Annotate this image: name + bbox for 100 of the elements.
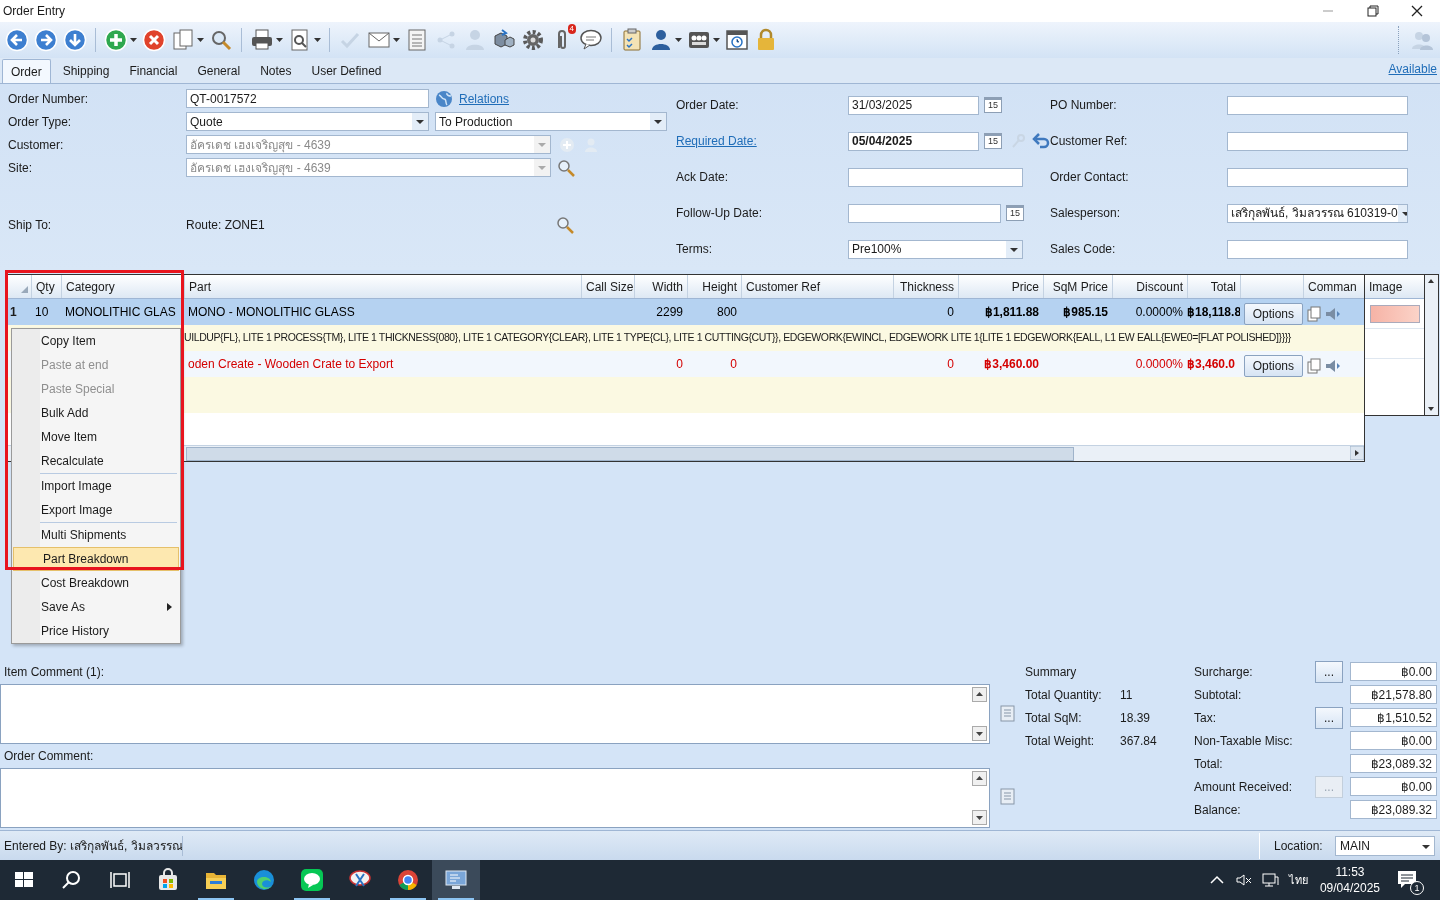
network-icon[interactable]	[1260, 872, 1279, 888]
comment-field[interactable]	[0, 768, 990, 828]
comment-field[interactable]	[0, 684, 990, 744]
options-button[interactable]: Options	[1243, 303, 1303, 325]
caret-icon[interactable]	[197, 38, 204, 42]
column-header[interactable]: SqM Price	[1043, 275, 1112, 298]
monitor-icon[interactable]	[444, 868, 468, 892]
text-field[interactable]	[1227, 167, 1408, 187]
scroll-right-icon[interactable]	[1350, 446, 1364, 460]
text-field[interactable]	[848, 167, 1023, 187]
muted-speaker-icon[interactable]	[1234, 872, 1253, 888]
column-header[interactable]: Price	[958, 275, 1043, 298]
caret-icon[interactable]	[412, 113, 428, 130]
tab[interactable]: Order	[2, 59, 51, 83]
speaker-icon[interactable]	[1324, 358, 1340, 374]
scrollbar-thumb[interactable]	[186, 447, 1074, 461]
caret-icon[interactable]	[314, 38, 321, 42]
tab[interactable]: Notes	[252, 59, 300, 83]
column-header[interactable]: Part	[184, 275, 581, 298]
column-header[interactable]: Width	[634, 275, 687, 298]
forward-icon[interactable]	[34, 28, 58, 52]
tab[interactable]: Shipping	[54, 59, 118, 83]
available-link[interactable]: Available	[1388, 60, 1437, 78]
dropdown-field[interactable]: MAIN	[1335, 835, 1435, 856]
language-indicator[interactable]: ไทย	[1288, 871, 1308, 889]
dropdown-field[interactable]: เสริกุลพันธ์, วิมลวรรณ 610319-0	[1227, 203, 1408, 223]
column-header[interactable]: Total	[1187, 275, 1240, 298]
menu-item[interactable]: Move Item	[12, 425, 180, 449]
relations-link[interactable]: Relations	[459, 89, 510, 108]
cancel-icon[interactable]	[142, 28, 166, 52]
submenu-arrow-icon[interactable]	[167, 603, 172, 611]
column-header[interactable]: Qty	[31, 275, 61, 298]
chat-app-icon[interactable]	[300, 868, 324, 892]
menu-item[interactable]: Import Image	[12, 474, 180, 498]
menu-item[interactable]: Multi Shipments	[12, 523, 180, 547]
caret-icon[interactable]	[1006, 240, 1022, 258]
column-header[interactable]: Height	[687, 275, 741, 298]
column-header[interactable]: Thickness	[893, 275, 958, 298]
text-field[interactable]	[1227, 239, 1408, 259]
column-header[interactable]: Category	[61, 275, 184, 298]
table-row[interactable]: 1 10 MONOLITHIC GLAS MONO - MONOLITHIC GLASS 2299 800 0 ฿1,811.88 ฿985.15 0.0000% ฿18,118.8 Options	[6, 299, 1364, 325]
more-button[interactable]: ...	[1315, 660, 1343, 683]
caret-icon[interactable]	[650, 113, 666, 130]
column-header[interactable]: Call Size	[581, 275, 634, 298]
menu-item[interactable]: Copy Item	[12, 329, 180, 353]
text-field[interactable]	[1227, 95, 1408, 115]
browser-icon[interactable]	[252, 868, 276, 892]
chrome-icon[interactable]	[396, 868, 420, 892]
scroll-up-icon[interactable]	[972, 687, 987, 702]
menu-item[interactable]: Bulk Add	[12, 401, 180, 425]
dropdown-field[interactable]: Pre100%	[848, 239, 1023, 259]
calendar-button[interactable]: 15	[1006, 205, 1024, 221]
printer-icon[interactable]	[250, 28, 274, 52]
tab[interactable]: Financial	[121, 59, 186, 83]
text-field[interactable]: QT-0017572	[186, 89, 429, 108]
menu-item[interactable]: Save As	[12, 595, 180, 619]
notification-icon[interactable]	[1396, 869, 1418, 889]
clipboard-icon[interactable]	[620, 28, 644, 52]
column-header[interactable]: Discount	[1112, 275, 1187, 298]
globe-icon[interactable]	[435, 89, 453, 108]
amount-field[interactable]: ฿0.00	[1350, 731, 1437, 750]
dropdown-field[interactable]: To Production	[435, 112, 667, 131]
tab[interactable]: User Defined	[303, 59, 390, 83]
person-icon[interactable]	[649, 28, 673, 52]
back-icon[interactable]	[5, 28, 29, 52]
scroll-down-icon[interactable]	[972, 810, 987, 825]
required-date-link[interactable]: Required Date:	[676, 132, 848, 150]
options-button[interactable]: Options	[1243, 355, 1303, 377]
caret-icon[interactable]	[393, 38, 400, 42]
clock[interactable]: 11:53 09/04/2025	[1319, 864, 1380, 896]
clock-icon[interactable]	[725, 28, 749, 52]
amount-field[interactable]: ฿1,510.52	[1350, 708, 1437, 727]
caret-icon[interactable]	[130, 38, 137, 42]
amount-field[interactable]: ฿0.00	[1350, 777, 1437, 796]
column-header[interactable]: Comman	[1303, 275, 1361, 298]
copy-icon[interactable]	[1306, 306, 1322, 322]
menu-item[interactable]: Export Image	[12, 498, 180, 522]
settings-icon[interactable]	[521, 28, 545, 52]
amount-field[interactable]: ฿21,578.80	[1350, 685, 1437, 704]
copy-icon[interactable]	[1306, 358, 1322, 374]
undo-icon[interactable]	[1032, 133, 1050, 149]
menu-item[interactable]: Cost Breakdown	[12, 571, 180, 595]
caret-icon[interactable]	[713, 38, 720, 42]
amount-field[interactable]: ฿23,089.32	[1350, 800, 1437, 819]
amount-field[interactable]: ฿0.00	[1350, 662, 1437, 681]
dropdown-field[interactable]: Quote	[186, 112, 429, 131]
tab[interactable]: General	[189, 59, 249, 83]
text-field[interactable]: 31/03/2025	[848, 95, 979, 115]
scroll-up-icon[interactable]	[972, 771, 987, 786]
caret-icon[interactable]	[276, 38, 283, 42]
store-icon[interactable]	[156, 868, 180, 892]
calendar-button[interactable]: 15	[984, 97, 1002, 113]
text-field[interactable]: 05/04/2025	[848, 131, 979, 151]
column-header[interactable]: Customer Ref	[741, 275, 893, 298]
text-field[interactable]	[848, 203, 1001, 223]
more-button[interactable]: ...	[1315, 706, 1343, 729]
text-field[interactable]	[1227, 131, 1408, 151]
scroll-down-icon[interactable]	[972, 726, 987, 741]
menu-item[interactable]: Price History	[12, 619, 180, 643]
speech-bubble-icon[interactable]	[579, 28, 603, 52]
